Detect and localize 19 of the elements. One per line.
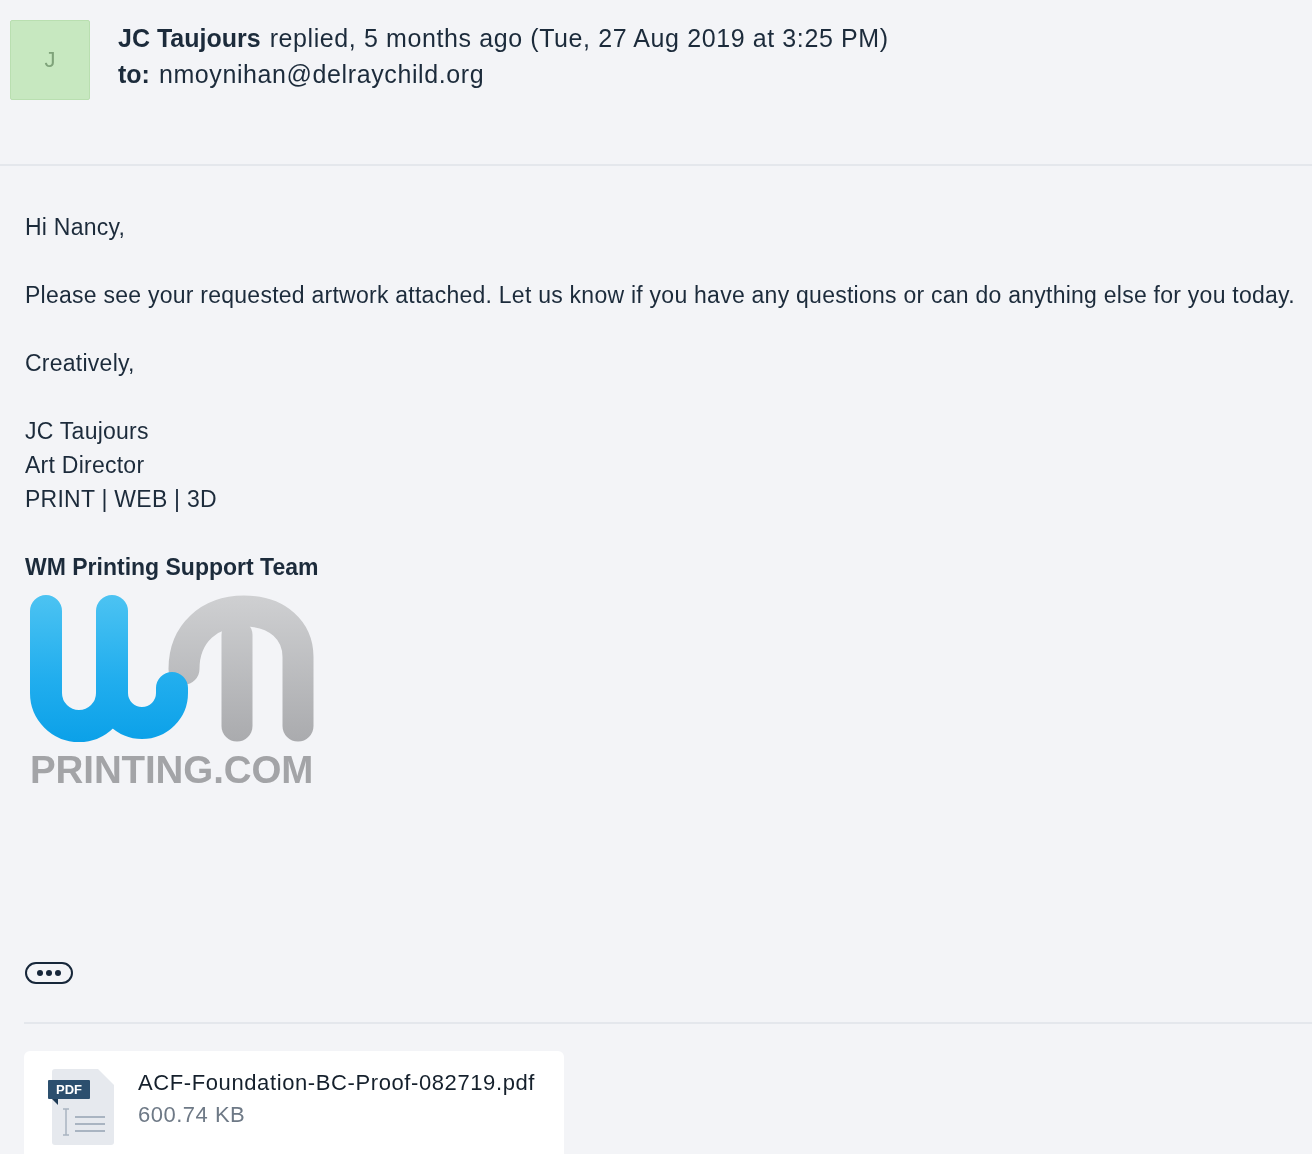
file-type-badge: PDF bbox=[48, 1080, 90, 1099]
more-button[interactable] bbox=[25, 962, 73, 984]
attachment-name[interactable]: ACF-Foundation-BC-Proof-082719.pdf bbox=[138, 1069, 536, 1097]
recipient-address: nmoynihan@delraychild.org bbox=[158, 59, 485, 90]
signature-heading: WM Printing Support Team bbox=[25, 553, 320, 582]
attachment-card[interactable]: PDF ACF-Foundation-BC-Proof-082719.pdf 600.74 KB bbox=[24, 1051, 564, 1154]
reply-info: replied, 5 months ago (Tue, 27 Aug 2019 at 3:25 PM) bbox=[269, 23, 889, 54]
message-text: Please see your requested artwork attached. Let us know if you have any questions or can do anything else for you today. bbox=[25, 281, 1296, 310]
message-text: PRINT | WEB | 3D bbox=[25, 485, 218, 514]
message-text: JC Taujours bbox=[25, 417, 150, 446]
recipient-label: to: bbox=[118, 59, 150, 90]
message-text: Hi Nancy, bbox=[25, 213, 127, 242]
attachment-size: 600.74 KB bbox=[138, 1101, 247, 1129]
ellipsis-icon bbox=[37, 970, 61, 976]
message-text: Art Director bbox=[25, 451, 146, 480]
logo-wordmark: PRINTING.COM bbox=[30, 750, 314, 790]
message-text: Creatively, bbox=[25, 349, 136, 378]
avatar: J bbox=[10, 20, 90, 100]
sender-name: JC Taujours bbox=[118, 23, 261, 54]
